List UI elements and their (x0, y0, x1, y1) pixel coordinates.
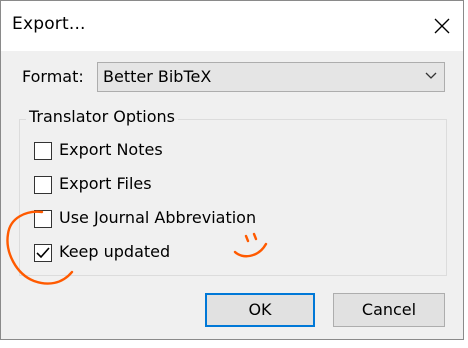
hand-drawn-annotation (6, 210, 268, 285)
annotation-circle-mark (6, 210, 74, 285)
annotation-smiley-mark (233, 232, 268, 258)
